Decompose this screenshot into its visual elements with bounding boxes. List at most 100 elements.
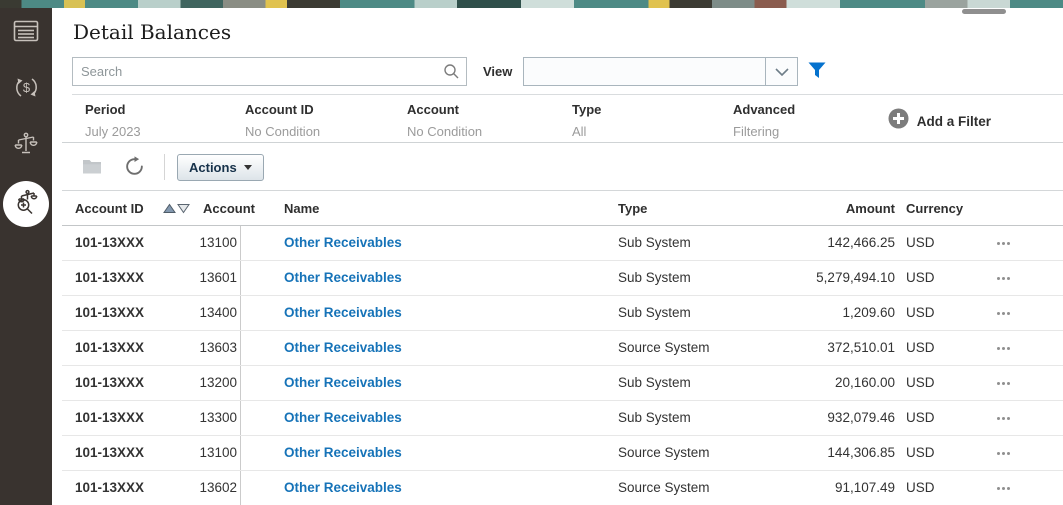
account-name-link[interactable]: Other Receivables (284, 410, 402, 425)
decorative-banner (0, 0, 1063, 8)
add-circle-icon (888, 108, 909, 134)
search-icon[interactable] (443, 63, 466, 80)
row-actions-button[interactable] (980, 226, 1026, 260)
row-actions-button[interactable] (980, 366, 1026, 400)
view-label: View (483, 64, 513, 79)
filter-field[interactable]: Account ID No Condition (245, 95, 403, 139)
cell-account-id: 101-13XXX (75, 480, 145, 495)
account-name-link[interactable]: Other Receivables (284, 375, 402, 390)
cell-type: Source System (618, 445, 710, 460)
account-name-link[interactable]: Other Receivables (284, 480, 402, 495)
chevron-down-icon[interactable] (765, 58, 797, 85)
cell-currency: USD (906, 340, 935, 355)
row-actions-icon (996, 241, 1010, 245)
row-actions-button[interactable] (980, 436, 1026, 470)
row-actions-button[interactable] (980, 261, 1026, 295)
table-row[interactable]: 101-13XXX 13100 Other Receivables Source… (62, 436, 1063, 471)
table-row[interactable]: 101-13XXX 13100 Other Receivables Sub Sy… (62, 226, 1063, 261)
column-header-amount[interactable]: Amount (758, 191, 895, 226)
cell-type: Sub System (618, 235, 691, 250)
cell-account: 13602 (180, 471, 241, 505)
filter-field[interactable]: Type All (572, 95, 730, 139)
row-actions-icon (996, 311, 1010, 315)
table-row[interactable]: 101-13XXX 13601 Other Receivables Sub Sy… (62, 261, 1063, 296)
cell-amount: 5,279,494.10 (816, 270, 895, 285)
cell-account: 13601 (180, 261, 241, 295)
row-actions-button[interactable] (980, 331, 1026, 365)
row-actions-icon (996, 381, 1010, 385)
cell-account: 13400 (180, 296, 241, 330)
toolbar-divider (164, 154, 165, 180)
row-actions-icon (996, 276, 1010, 280)
cell-currency: USD (906, 235, 935, 250)
ledger-grid-icon (13, 19, 39, 48)
sort-ascending-icon (163, 203, 176, 213)
actions-button[interactable]: Actions (177, 154, 264, 181)
row-actions-button[interactable] (980, 471, 1026, 505)
table-row[interactable]: 101-13XXX 13400 Other Receivables Sub Sy… (62, 296, 1063, 331)
cell-account-id: 101-13XXX (75, 305, 145, 320)
column-header-type[interactable]: Type (618, 191, 647, 226)
column-header-currency[interactable]: Currency (906, 191, 963, 226)
cell-amount: 91,107.49 (834, 480, 895, 495)
table-row[interactable]: 101-13XXX 13602 Other Receivables Source… (62, 471, 1063, 505)
account-name-link[interactable]: Other Receivables (284, 340, 402, 355)
add-filter-button[interactable]: Add a Filter (888, 108, 991, 134)
filter-field-label: Account (407, 102, 459, 117)
row-actions-button[interactable] (980, 296, 1026, 330)
sort-icons[interactable] (158, 203, 192, 214)
actions-button-label: Actions (189, 160, 237, 175)
filter-field-value: Filtering (733, 124, 780, 139)
cell-account-id: 101-13XXX (75, 270, 145, 285)
cell-amount: 372,510.01 (827, 340, 895, 355)
table-row[interactable]: 101-13XXX 13200 Other Receivables Sub Sy… (62, 366, 1063, 401)
column-header-account[interactable]: Account (203, 191, 255, 226)
filter-field[interactable]: Account No Condition (407, 95, 565, 139)
table-body: 101-13XXX 13100 Other Receivables Sub Sy… (62, 226, 1063, 505)
sidebar-item-balances-list[interactable] (0, 19, 52, 48)
sidebar-item-balance-hierarchy[interactable] (0, 130, 52, 163)
account-name-link[interactable]: Other Receivables (284, 305, 402, 320)
cell-amount: 1,209.60 (842, 305, 895, 320)
row-actions-button[interactable] (980, 401, 1026, 435)
filter-field-value: July 2023 (85, 124, 141, 139)
cell-amount: 932,079.46 (827, 410, 895, 425)
cell-currency: USD (906, 480, 935, 495)
sidebar-item-currency-exchange[interactable]: $ (0, 74, 52, 106)
cell-name: Other Receivables (241, 331, 578, 365)
dropdown-caret-icon (243, 165, 252, 170)
account-name-link[interactable]: Other Receivables (284, 235, 402, 250)
cell-currency: USD (906, 410, 935, 425)
cell-account-id: 101-13XXX (75, 445, 145, 460)
folder-icon[interactable] (82, 158, 102, 179)
sidebar-item-balance-inquiry[interactable] (0, 181, 52, 227)
refresh-icon[interactable] (124, 156, 145, 182)
search-input[interactable] (73, 58, 443, 85)
row-actions-icon (996, 451, 1010, 455)
cell-name: Other Receivables (241, 261, 578, 295)
filter-field[interactable]: Advanced Filtering (733, 95, 891, 139)
filter-funnel-icon[interactable] (808, 62, 828, 82)
view-select[interactable] (523, 57, 798, 86)
account-name-link[interactable]: Other Receivables (284, 445, 402, 460)
column-header-account-id[interactable]: Account ID (75, 191, 144, 226)
sidebar: $ (0, 8, 52, 505)
column-header-name[interactable]: Name (284, 191, 319, 226)
table-header: Account ID Account Name Type Amount Curr… (62, 191, 1063, 226)
cell-account-id: 101-13XXX (75, 235, 145, 250)
filter-field-label: Account ID (245, 102, 314, 117)
cell-currency: USD (906, 375, 935, 390)
filter-field-label: Advanced (733, 102, 796, 117)
cell-account: 13100 (180, 226, 241, 260)
cell-account: 13100 (180, 436, 241, 470)
cell-account-id: 101-13XXX (75, 410, 145, 425)
cell-account-id: 101-13XXX (75, 340, 145, 355)
table-row[interactable]: 101-13XXX 13300 Other Receivables Sub Sy… (62, 401, 1063, 436)
filter-field[interactable]: Period July 2023 (85, 95, 243, 139)
table-row[interactable]: 101-13XXX 13603 Other Receivables Source… (62, 331, 1063, 366)
cell-name: Other Receivables (241, 436, 578, 470)
cell-type: Sub System (618, 375, 691, 390)
toolbar: Actions (62, 143, 1063, 191)
account-name-link[interactable]: Other Receivables (284, 270, 402, 285)
cell-name: Other Receivables (241, 471, 578, 505)
